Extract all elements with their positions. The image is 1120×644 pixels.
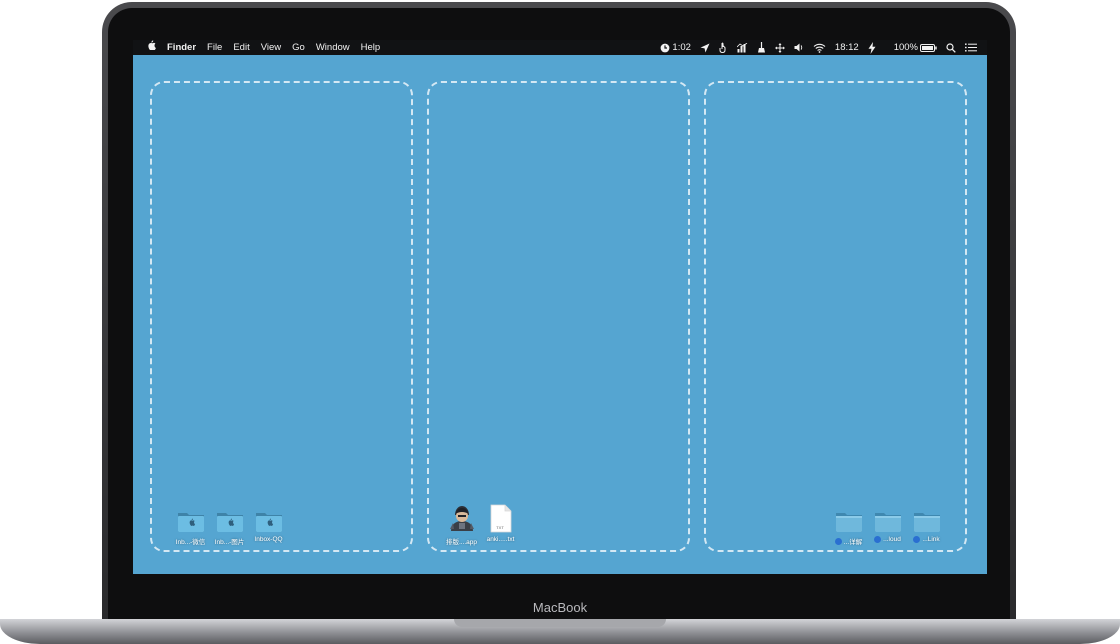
folder-apple-icon: [216, 513, 243, 532]
broom-icon[interactable]: [757, 42, 766, 53]
move-arrows-icon[interactable]: [774, 42, 785, 53]
folder-icon: [913, 513, 940, 532]
menu-view[interactable]: View: [261, 40, 281, 55]
item-label-text: ...Link: [922, 536, 940, 543]
item-label-text: ...loud: [883, 536, 901, 543]
folder-icon: [835, 513, 862, 532]
desktop-zone-left: [150, 81, 413, 552]
volume-icon[interactable]: [794, 43, 804, 52]
desktop-folder-item[interactable]: Inbox-QQ: [249, 505, 288, 546]
apple-menu-icon[interactable]: [147, 40, 156, 55]
stats-monitor-icon[interactable]: [736, 42, 748, 53]
item-label: 排版....app: [445, 539, 478, 546]
notification-list-icon[interactable]: [965, 43, 977, 52]
item-label: Inb...-微信: [175, 539, 206, 546]
alias-badge-icon: [874, 536, 882, 543]
item-label: ...Link: [913, 536, 940, 543]
lid-opening-notch: [454, 619, 666, 627]
desktop-screen[interactable]: Finder File Edit View Go Window Help 1:0…: [133, 40, 987, 574]
desktop-app-item[interactable]: 排版....app: [442, 502, 481, 546]
battery-percent: 100%: [893, 42, 918, 53]
item-label: ...loud: [874, 536, 901, 543]
alias-badge-icon: [913, 536, 921, 543]
search-icon[interactable]: [946, 42, 956, 53]
desktop-folder-item[interactable]: Inb...-图片: [210, 505, 249, 546]
item-label: Inbox-QQ: [254, 536, 283, 543]
location-arrow-icon[interactable]: [700, 43, 710, 53]
desktop-folder-item[interactable]: ...Link: [907, 505, 946, 546]
zone-left-icons: Inb...-微信 Inb...-图片 Inbox-QQ: [171, 505, 288, 546]
folder-apple-icon: [255, 513, 282, 532]
menu-go[interactable]: Go: [292, 40, 305, 55]
desktop-folder-item[interactable]: ...详解: [829, 505, 868, 546]
item-label: Inb...-图片: [214, 539, 245, 546]
alias-badge-icon: [834, 537, 842, 545]
device-brand-label: MacBook: [532, 600, 588, 615]
app-character-icon: [449, 506, 474, 531]
zone-middle-icons: 排版....app anki.....txt: [442, 502, 520, 546]
folder-apple-icon: [177, 513, 204, 532]
charging-bolt-icon[interactable]: [868, 41, 876, 54]
desktop-zone-middle: [427, 81, 690, 552]
timer-icon: [661, 43, 670, 52]
wifi-icon[interactable]: [813, 43, 826, 53]
item-label: anki.....txt: [486, 536, 515, 543]
item-label-text: ...详解: [843, 539, 863, 546]
hand-gesture-icon[interactable]: [719, 42, 728, 53]
desktop-zone-right: [704, 81, 967, 552]
timer-status[interactable]: 1:02: [660, 40, 691, 55]
item-label: ...详解: [834, 536, 863, 546]
folder-icon: [874, 513, 901, 532]
menu-edit[interactable]: Edit: [233, 40, 249, 55]
app-name-menu[interactable]: Finder: [167, 40, 196, 55]
menu-bar: Finder File Edit View Go Window Help 1:0…: [133, 40, 987, 55]
zone-right-icons: ...详解 ...loud ...Link: [829, 505, 946, 546]
clock-text[interactable]: 18:12: [835, 40, 859, 55]
desktop-folder-item[interactable]: ...loud: [868, 505, 907, 546]
desktop-file-item[interactable]: anki.....txt: [481, 502, 520, 546]
timer-text: 1:02: [672, 42, 691, 53]
desktop-folder-item[interactable]: Inb...-微信: [171, 505, 210, 546]
menu-help[interactable]: Help: [361, 40, 381, 55]
battery-icon: [920, 43, 937, 52]
txt-badge: TXT: [496, 525, 504, 530]
menu-window[interactable]: Window: [316, 40, 350, 55]
battery-status[interactable]: 100%: [885, 40, 937, 55]
menu-file[interactable]: File: [207, 40, 222, 55]
